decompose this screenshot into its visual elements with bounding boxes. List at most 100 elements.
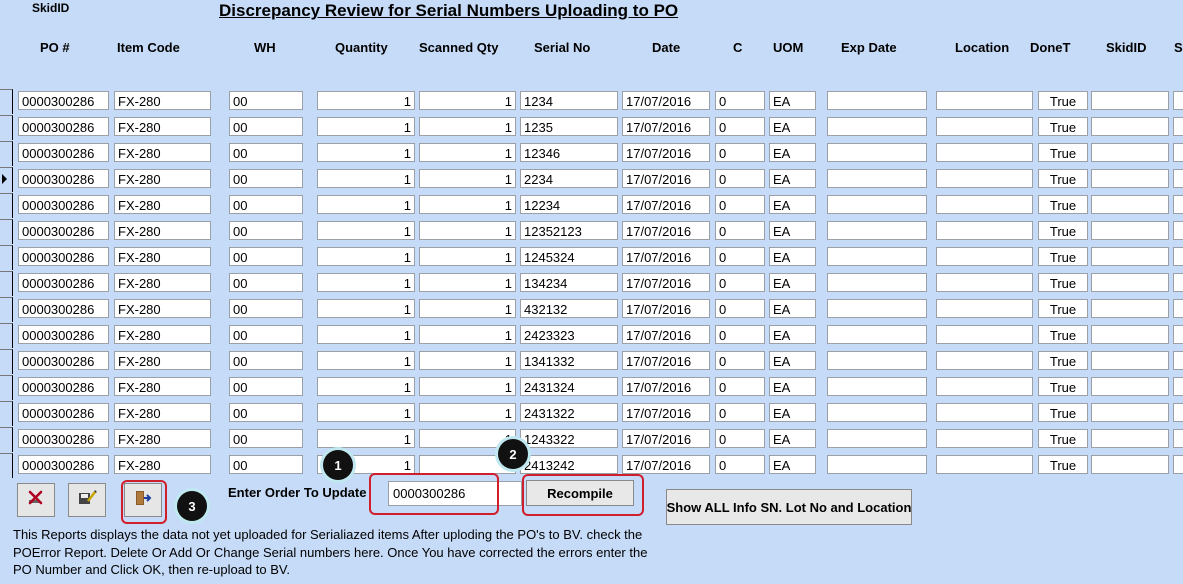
sc-cell[interactable] (1173, 195, 1183, 214)
location-cell[interactable] (936, 247, 1033, 266)
skidid-cell[interactable] (1091, 403, 1169, 422)
skidid-cell[interactable] (1091, 377, 1169, 396)
sc-cell[interactable] (1173, 117, 1183, 136)
donet-cell[interactable]: True (1038, 221, 1088, 240)
wh-cell[interactable]: 00 (229, 117, 303, 136)
po-cell[interactable]: 0000300286 (18, 403, 109, 422)
quantity-cell[interactable]: 1 (317, 299, 415, 318)
serial-no-cell[interactable]: 2413242 (520, 455, 618, 474)
skidid-cell[interactable] (1091, 351, 1169, 370)
skidid-cell[interactable] (1091, 169, 1169, 188)
quantity-cell[interactable]: 1 (317, 351, 415, 370)
po-cell[interactable]: 0000300286 (18, 91, 109, 110)
skidid-cell[interactable] (1091, 455, 1169, 474)
scanned-qty-cell[interactable]: 1 (419, 143, 516, 162)
item-code-cell[interactable]: FX-280 (114, 299, 211, 318)
quantity-cell[interactable]: 1 (317, 273, 415, 292)
skidid-cell[interactable] (1091, 299, 1169, 318)
serial-no-cell[interactable]: 1234 (520, 91, 618, 110)
uom-cell[interactable]: EA (769, 273, 816, 292)
wh-cell[interactable]: 00 (229, 299, 303, 318)
serial-no-cell[interactable]: 2431324 (520, 377, 618, 396)
date-cell[interactable]: 17/07/2016 (622, 325, 710, 344)
c-cell[interactable]: 0 (715, 455, 765, 474)
c-cell[interactable]: 0 (715, 195, 765, 214)
item-code-cell[interactable]: FX-280 (114, 143, 211, 162)
serial-no-cell[interactable]: 432132 (520, 299, 618, 318)
scanned-qty-cell[interactable]: 1 (419, 325, 516, 344)
row-selector[interactable] (0, 323, 13, 348)
donet-cell[interactable]: True (1038, 91, 1088, 110)
po-cell[interactable]: 0000300286 (18, 455, 109, 474)
exp-date-cell[interactable] (827, 325, 927, 344)
skidid-cell[interactable] (1091, 429, 1169, 448)
serial-no-cell[interactable]: 1245324 (520, 247, 618, 266)
date-cell[interactable]: 17/07/2016 (622, 351, 710, 370)
table-row[interactable]: 0000300286 FX-280 00 1 1 12234 17/07/2016 0 EA Tr… (0, 192, 1183, 218)
row-selector[interactable] (0, 271, 13, 296)
table-row[interactable]: 0000300286 FX-280 00 1 1 134234 17/07/2016 0 EA T… (0, 270, 1183, 296)
location-cell[interactable] (936, 143, 1033, 162)
donet-cell[interactable]: True (1038, 455, 1088, 474)
c-cell[interactable]: 0 (715, 377, 765, 396)
date-cell[interactable]: 17/07/2016 (622, 299, 710, 318)
po-cell[interactable]: 0000300286 (18, 351, 109, 370)
c-cell[interactable]: 0 (715, 91, 765, 110)
quantity-cell[interactable]: 1 (317, 403, 415, 422)
table-row[interactable]: 0000300286 FX-280 00 1 1 2423323 17/07/2016 0 EA… (0, 322, 1183, 348)
skidid-cell[interactable] (1091, 221, 1169, 240)
exp-date-cell[interactable] (827, 377, 927, 396)
c-cell[interactable]: 0 (715, 299, 765, 318)
donet-cell[interactable]: True (1038, 325, 1088, 344)
location-cell[interactable] (936, 325, 1033, 344)
row-selector[interactable] (0, 245, 13, 270)
quantity-cell[interactable]: 1 (317, 377, 415, 396)
quantity-cell[interactable]: 1 (317, 117, 415, 136)
wh-cell[interactable]: 00 (229, 429, 303, 448)
uom-cell[interactable]: EA (769, 169, 816, 188)
quantity-cell[interactable]: 1 (317, 143, 415, 162)
item-code-cell[interactable]: FX-280 (114, 169, 211, 188)
serial-no-cell[interactable]: 12346 (520, 143, 618, 162)
scanned-qty-cell[interactable]: 1 (419, 91, 516, 110)
date-cell[interactable]: 17/07/2016 (622, 117, 710, 136)
location-cell[interactable] (936, 221, 1033, 240)
location-cell[interactable] (936, 299, 1033, 318)
skidid-cell[interactable] (1091, 117, 1169, 136)
exp-date-cell[interactable] (827, 299, 927, 318)
exp-date-cell[interactable] (827, 117, 927, 136)
c-cell[interactable]: 0 (715, 351, 765, 370)
row-selector[interactable] (0, 219, 13, 244)
c-cell[interactable]: 0 (715, 169, 765, 188)
po-cell[interactable]: 0000300286 (18, 221, 109, 240)
sc-cell[interactable] (1173, 429, 1183, 448)
po-cell[interactable]: 0000300286 (18, 377, 109, 396)
exp-date-cell[interactable] (827, 351, 927, 370)
exp-date-cell[interactable] (827, 195, 927, 214)
po-cell[interactable]: 0000300286 (18, 429, 109, 448)
date-cell[interactable]: 17/07/2016 (622, 169, 710, 188)
scanned-qty-cell[interactable]: 1 (419, 299, 516, 318)
row-selector[interactable] (0, 453, 13, 478)
sc-cell[interactable] (1173, 221, 1183, 240)
quantity-cell[interactable]: 1 (317, 247, 415, 266)
item-code-cell[interactable]: FX-280 (114, 377, 211, 396)
wh-cell[interactable]: 00 (229, 351, 303, 370)
wh-cell[interactable]: 00 (229, 455, 303, 474)
serial-no-cell[interactable]: 12234 (520, 195, 618, 214)
table-row[interactable]: 0000300286 FX-280 00 1 1 1245324 17/07/2016 0 EA… (0, 244, 1183, 270)
item-code-cell[interactable]: FX-280 (114, 325, 211, 344)
quantity-cell[interactable]: 1 (317, 195, 415, 214)
location-cell[interactable] (936, 273, 1033, 292)
row-selector[interactable] (0, 297, 13, 322)
table-row[interactable]: 0000300286 FX-280 00 1 1 12346 17/07/2016 0 EA Tr… (0, 140, 1183, 166)
row-selector[interactable] (0, 193, 13, 218)
item-code-cell[interactable]: FX-280 (114, 221, 211, 240)
donet-cell[interactable]: True (1038, 195, 1088, 214)
sc-cell[interactable] (1173, 299, 1183, 318)
skidid-cell[interactable] (1091, 91, 1169, 110)
exp-date-cell[interactable] (827, 403, 927, 422)
sc-cell[interactable] (1173, 91, 1183, 110)
donet-cell[interactable]: True (1038, 351, 1088, 370)
quantity-cell[interactable]: 1 (317, 169, 415, 188)
